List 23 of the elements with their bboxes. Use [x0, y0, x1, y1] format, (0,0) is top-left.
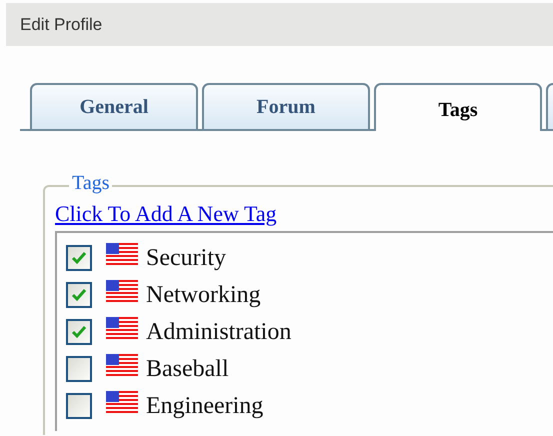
- checkbox[interactable]: [66, 244, 92, 270]
- tab[interactable]: Forum: [202, 83, 370, 129]
- flag-icon: [106, 316, 138, 338]
- checkbox[interactable]: [66, 282, 92, 308]
- add-tag-link[interactable]: Click To Add A New Tag: [55, 199, 277, 229]
- flag-icon: [106, 354, 138, 376]
- checkbox[interactable]: [66, 392, 92, 418]
- tab[interactable]: General: [30, 83, 198, 129]
- flag-icon: [106, 280, 138, 302]
- tag-label: Security: [146, 244, 226, 272]
- tag-label: Baseball: [146, 354, 229, 384]
- tag-label: Administration: [146, 318, 292, 346]
- check-icon: [71, 324, 87, 338]
- page-title: Edit Profile: [20, 14, 102, 36]
- tag-label: Networking: [146, 280, 261, 310]
- flag-icon: [106, 390, 138, 412]
- tag-label: Engineering: [146, 392, 264, 420]
- check-icon: [71, 288, 87, 302]
- checkbox[interactable]: [66, 318, 92, 344]
- flag-icon: [106, 242, 138, 264]
- tab[interactable]: Tags: [374, 83, 542, 131]
- check-icon: [71, 250, 87, 264]
- checkbox[interactable]: [66, 356, 92, 382]
